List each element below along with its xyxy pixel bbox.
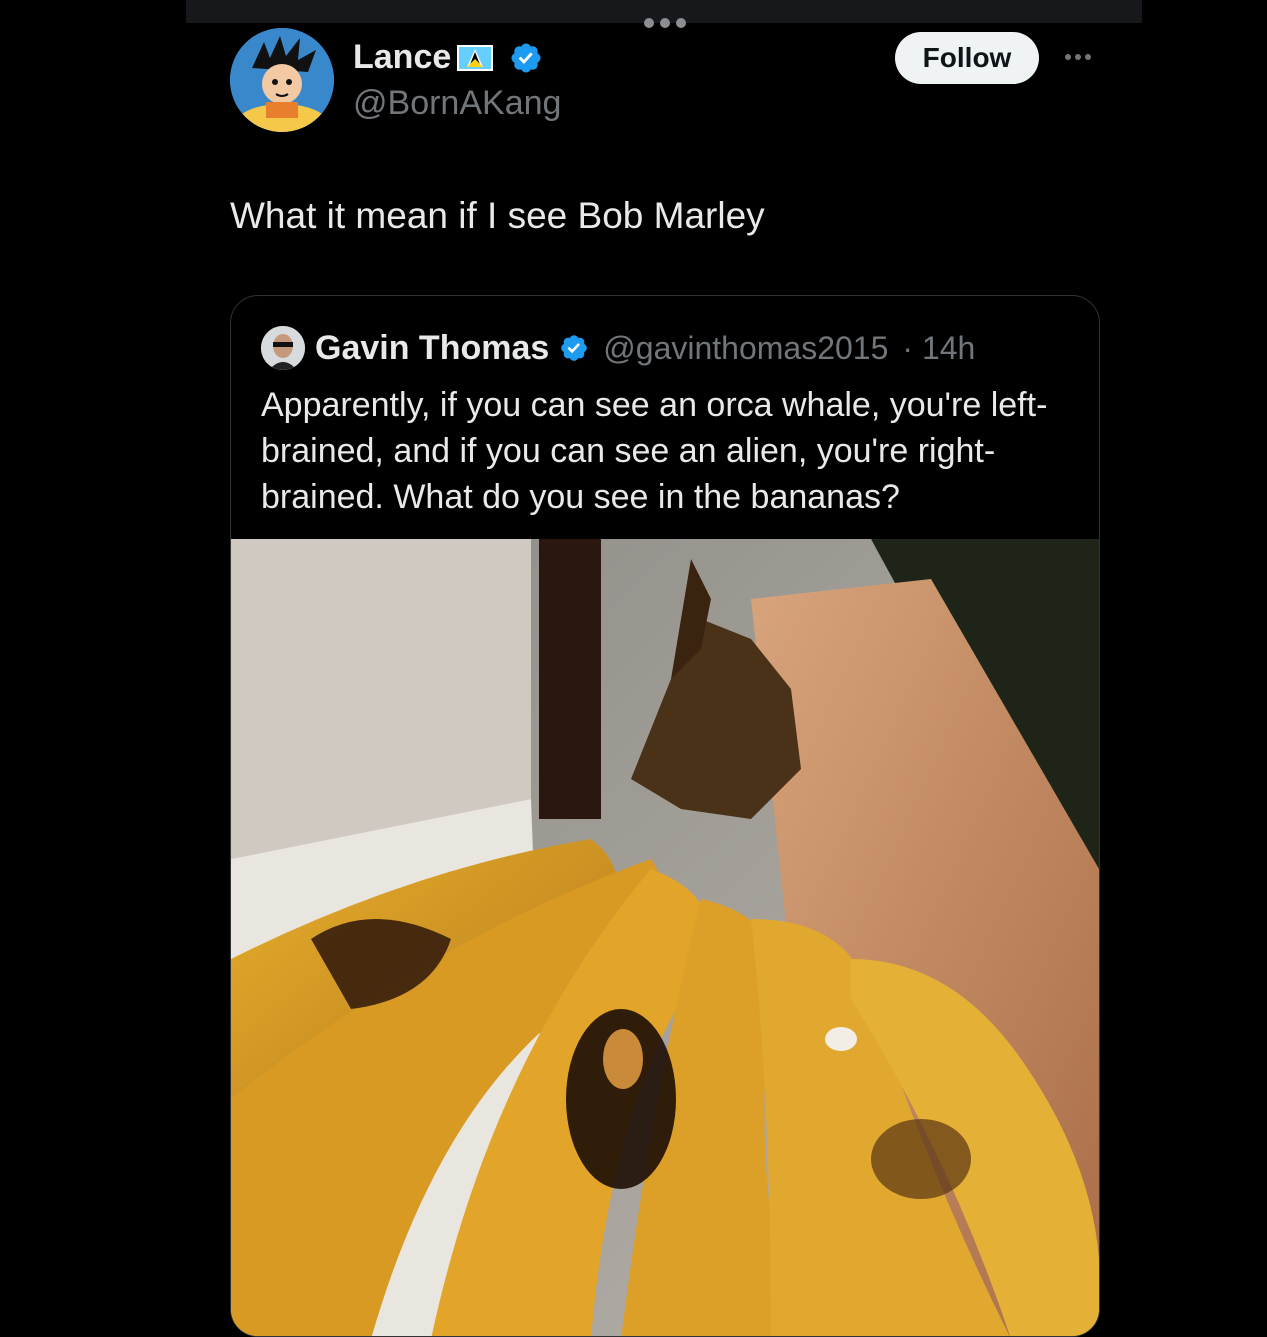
author-handle[interactable]: @BornAKang (353, 84, 561, 123)
quoted-photo-bananas[interactable] (231, 539, 1099, 1337)
quoted-tweet[interactable]: Gavin Thomas @gavinthomas2015 · 14h Appa… (230, 295, 1100, 1337)
quoted-author-name[interactable]: Gavin Thomas (315, 329, 549, 368)
author-avatar[interactable] (230, 28, 334, 132)
verified-badge-icon (561, 335, 588, 361)
quoted-header: Gavin Thomas @gavinthomas2015 · 14h (261, 326, 975, 370)
author-name[interactable]: Lance (353, 38, 451, 77)
quoted-text: Apparently, if you can see an orca whale… (261, 386, 1048, 516)
drag-handle[interactable] (644, 18, 686, 28)
quoted-author-handle[interactable]: @gavinthomas2015 (603, 330, 888, 367)
verified-badge-icon (511, 42, 541, 73)
saint-lucia-flag-icon (457, 44, 494, 71)
more-options-icon[interactable] (1061, 48, 1095, 66)
tweet-text: What it mean if I see Bob Marley (230, 195, 765, 236)
quoted-timestamp[interactable]: · 14h (902, 330, 975, 367)
quoted-avatar[interactable] (261, 326, 305, 370)
author-name-row[interactable]: Lance (353, 38, 543, 77)
follow-button[interactable]: Follow (895, 32, 1039, 84)
